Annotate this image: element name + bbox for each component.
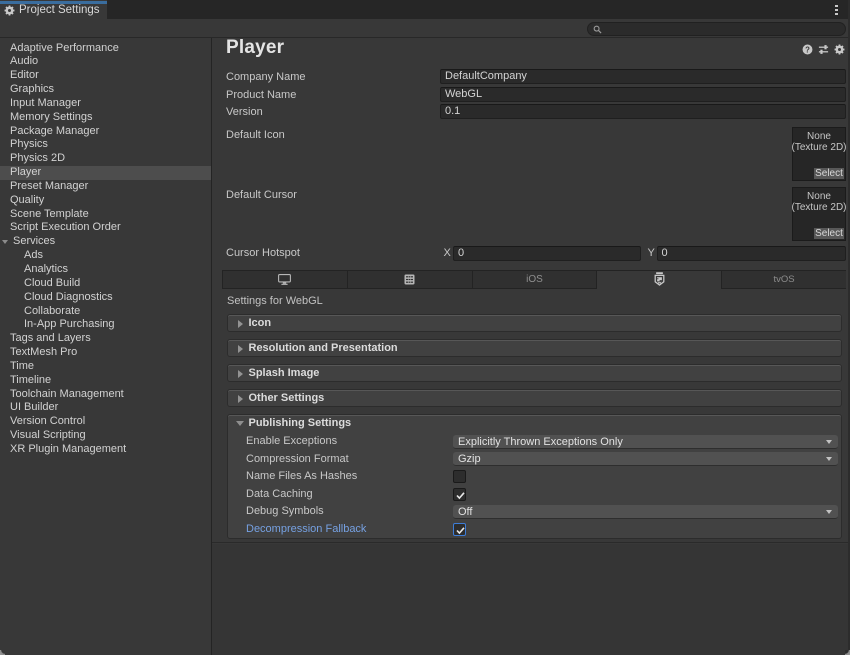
svg-text:?: ? xyxy=(805,45,810,54)
